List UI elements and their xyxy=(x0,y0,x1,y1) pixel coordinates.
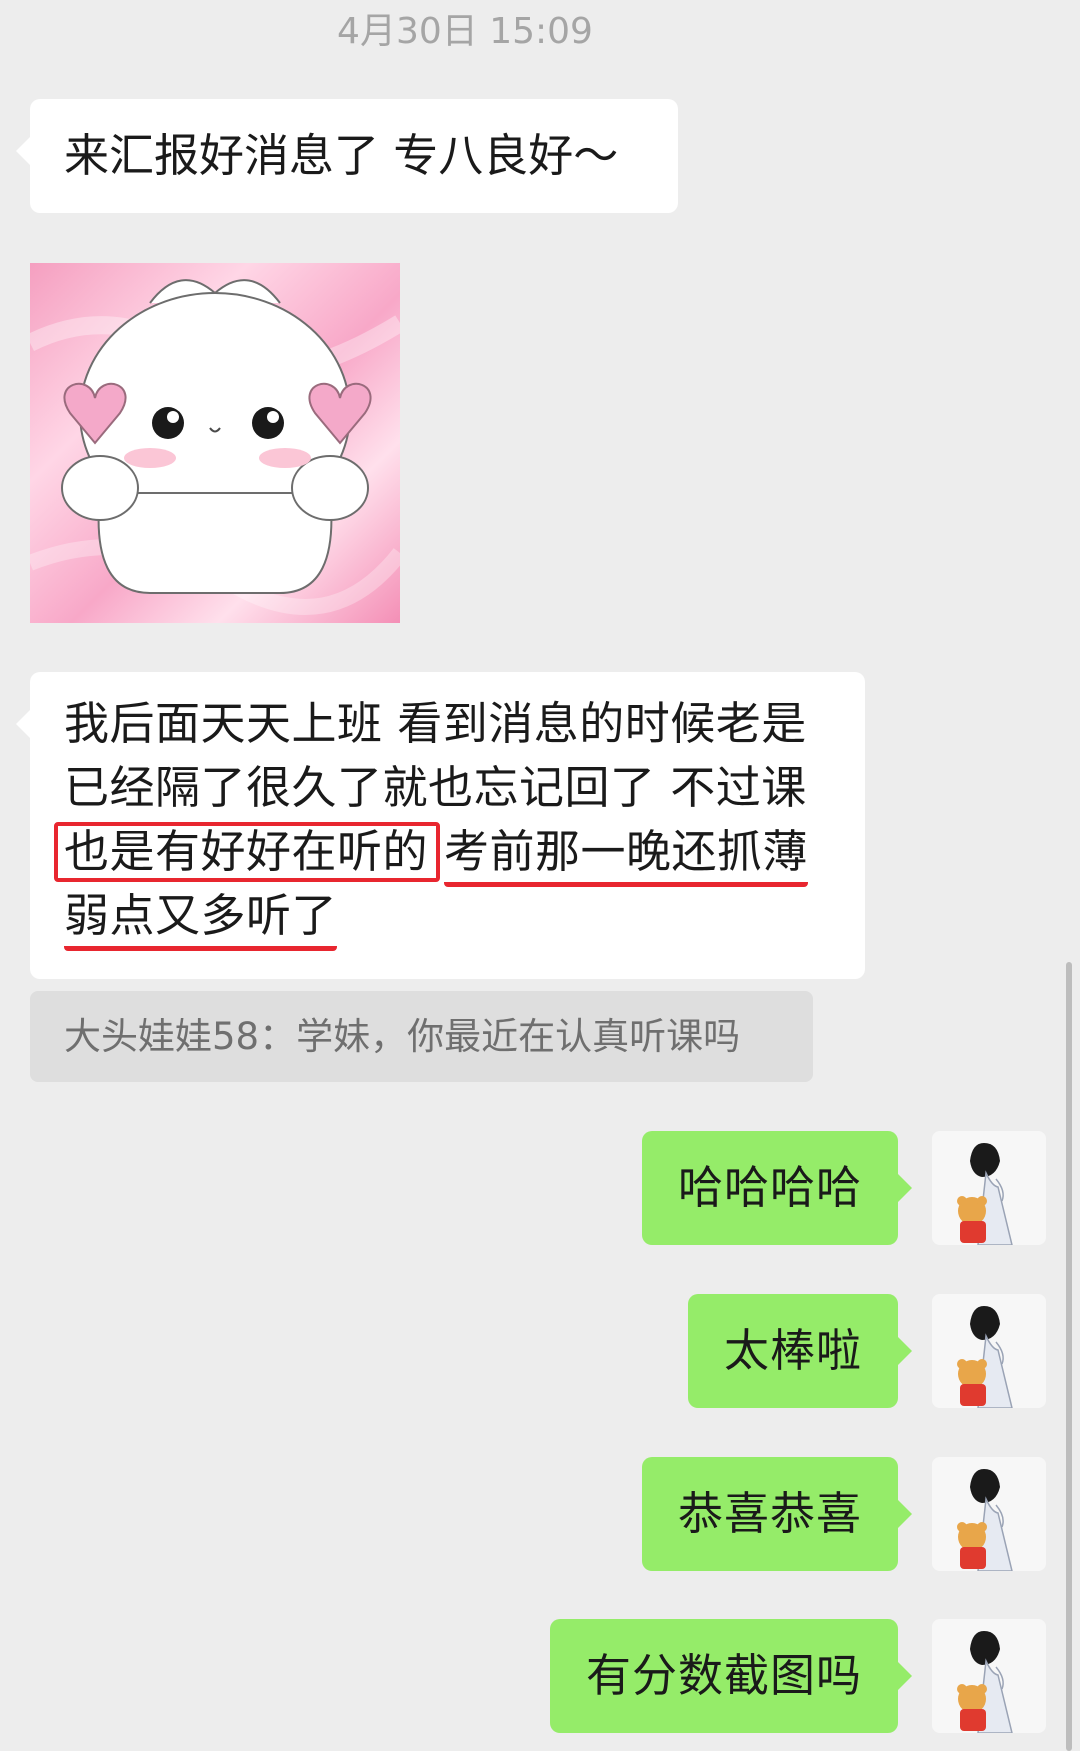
boy-with-winnie-the-pooh-avatar[interactable] xyxy=(932,1457,1046,1571)
avatar-icon xyxy=(932,1457,1046,1571)
message-line: 也是有好好在听的 考前那一晚还抓薄 xyxy=(54,820,831,887)
message-line: 弱点又多听了 xyxy=(64,884,831,951)
quote-text: 大头娃娃58：学妹，你最近在认真听课吗 xyxy=(64,1015,741,1058)
sent-message-bubble[interactable]: 哈哈哈哈 xyxy=(641,1131,913,1245)
red-underline-annotation: 弱点又多听了 xyxy=(64,888,338,951)
message-text: 恭喜恭喜 xyxy=(677,1487,862,1540)
sent-message-bubble[interactable]: 有分数截图吗 xyxy=(549,1619,913,1733)
sent-message-bubble[interactable]: 太棒啦 xyxy=(687,1294,913,1408)
avatar-icon xyxy=(932,1294,1046,1408)
red-box-annotation: 也是有好好在听的 xyxy=(54,822,441,882)
received-message-bubble[interactable]: 来汇报好消息了 专八良好～ xyxy=(16,99,678,213)
boy-with-winnie-the-pooh-avatar[interactable] xyxy=(932,1619,1046,1733)
quoted-reply[interactable]: 大头娃娃58：学妹，你最近在认真听课吗 xyxy=(30,991,813,1082)
boy-with-winnie-the-pooh-avatar[interactable] xyxy=(932,1294,1046,1408)
message-text: 有分数截图吗 xyxy=(585,1649,862,1702)
message-text: 哈哈哈哈 xyxy=(677,1161,862,1214)
boy-with-winnie-the-pooh-avatar[interactable] xyxy=(932,1131,1046,1245)
message-text: 来汇报好消息了 专八良好～ xyxy=(64,129,619,182)
message-text: 太棒啦 xyxy=(723,1324,862,1377)
received-message-bubble[interactable]: 我后面天天上班 看到消息的时候老是 已经隔了很久了就也忘记回了 不过课 也是有好… xyxy=(16,672,865,979)
avatar-icon xyxy=(932,1619,1046,1733)
message-timestamp: 4月30日 15:09 xyxy=(337,11,593,52)
sent-message-bubble[interactable]: 恭喜恭喜 xyxy=(641,1457,913,1571)
message-line: 我后面天天上班 看到消息的时候老是 xyxy=(64,697,807,750)
message-line: 已经隔了很久了就也忘记回了 不过课 xyxy=(64,761,807,814)
avatar-icon xyxy=(932,1131,1046,1245)
bunny-sticker-icon xyxy=(30,279,400,615)
red-underline-annotation: 考前那一晚还抓薄 xyxy=(444,824,809,887)
scrollbar[interactable] xyxy=(1066,962,1072,1751)
bunny-sticker[interactable] xyxy=(30,263,400,623)
